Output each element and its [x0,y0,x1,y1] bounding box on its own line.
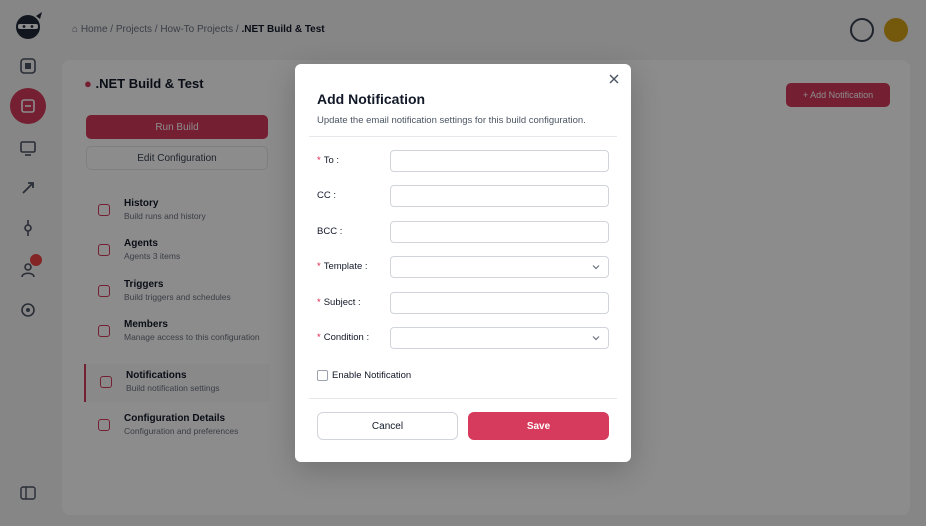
required-mark: * [317,155,321,166]
template-label-text: Template : [323,261,368,272]
condition-label-text: Condition : [323,332,370,343]
bcc-label: BCC : [317,226,343,237]
template-label: * Template : [317,261,368,272]
required-mark: * [317,332,321,343]
footer-divider [309,398,617,399]
save-button[interactable]: Save [468,412,609,440]
to-row: * To : [317,150,609,172]
required-mark: * [317,261,321,272]
enable-notification-checkbox[interactable] [317,369,328,381]
to-label: * To : [317,155,339,166]
close-icon[interactable] [607,72,621,86]
condition-label: * Condition : [317,332,369,343]
cc-input[interactable] [390,185,609,207]
add-notification-dialog: Add Notification Update the email notifi… [295,64,631,462]
condition-select[interactable] [390,327,609,349]
condition-row: * Condition : [317,327,609,349]
header-divider [309,136,617,137]
cc-label: CC : [317,190,336,201]
to-input[interactable] [390,150,609,172]
cc-row: CC : [317,185,609,207]
enable-notification-row[interactable]: Enable Notification [317,368,411,382]
enable-notification-label[interactable]: Enable Notification [332,370,411,381]
cancel-button[interactable]: Cancel [317,412,458,440]
dialog-subtitle: Update the email notification settings f… [317,115,586,126]
required-mark: * [317,297,321,308]
to-label-text: To : [323,155,340,166]
chevron-down-icon [592,336,600,341]
template-select[interactable] [390,256,609,278]
subject-input[interactable] [390,292,609,314]
subject-label: * Subject : [317,297,361,308]
subject-label-text: Subject : [323,297,361,308]
template-row: * Template : [317,256,609,278]
chevron-down-icon [592,265,600,270]
dialog-title: Add Notification [317,91,426,107]
bcc-input[interactable] [390,221,609,243]
subject-row: * Subject : [317,292,609,314]
bcc-row: BCC : [317,221,609,243]
